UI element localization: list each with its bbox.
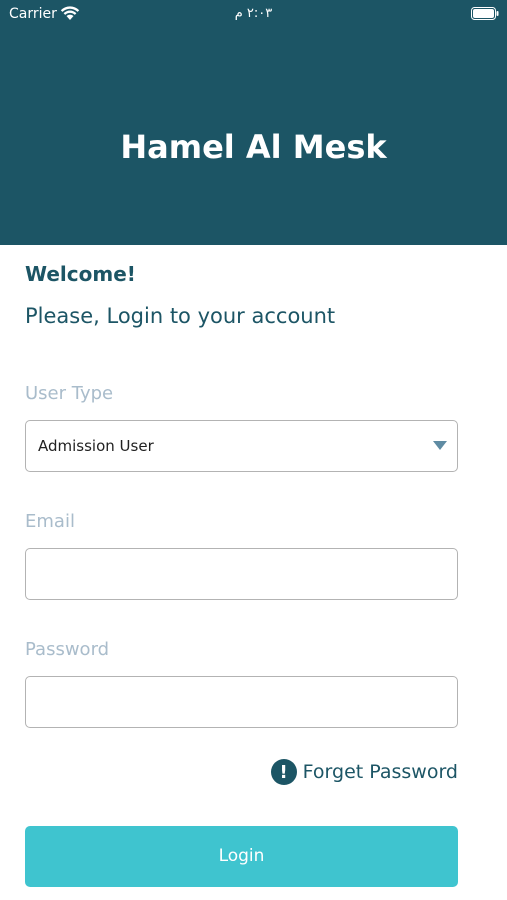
chevron-down-icon <box>433 441 447 450</box>
login-button[interactable]: Login <box>25 826 458 887</box>
user-type-select[interactable]: Admission User <box>25 420 458 472</box>
forget-password-label: Forget Password <box>302 761 458 783</box>
email-label: Email <box>25 511 75 532</box>
email-field-container <box>25 548 458 600</box>
password-label: Password <box>25 639 110 660</box>
email-field[interactable] <box>26 549 457 599</box>
battery-icon <box>471 7 499 20</box>
app-title: Hamel Al Mesk <box>120 128 387 166</box>
password-field-container <box>25 676 458 728</box>
status-bar: Carrier ٢:٠٣ م <box>0 0 507 28</box>
forget-password-link[interactable]: ! Forget Password <box>270 758 458 786</box>
login-subtitle: Please, Login to your account <box>25 304 336 328</box>
user-type-label: User Type <box>25 383 114 404</box>
user-type-value: Admission User <box>38 437 154 455</box>
alert-circle-icon: ! <box>270 759 297 785</box>
password-field[interactable] <box>26 677 457 727</box>
welcome-heading: Welcome! <box>25 262 136 286</box>
status-time: ٢:٠٣ م <box>234 6 273 21</box>
header: Carrier ٢:٠٣ م Hamel Al Mesk <box>0 0 507 245</box>
